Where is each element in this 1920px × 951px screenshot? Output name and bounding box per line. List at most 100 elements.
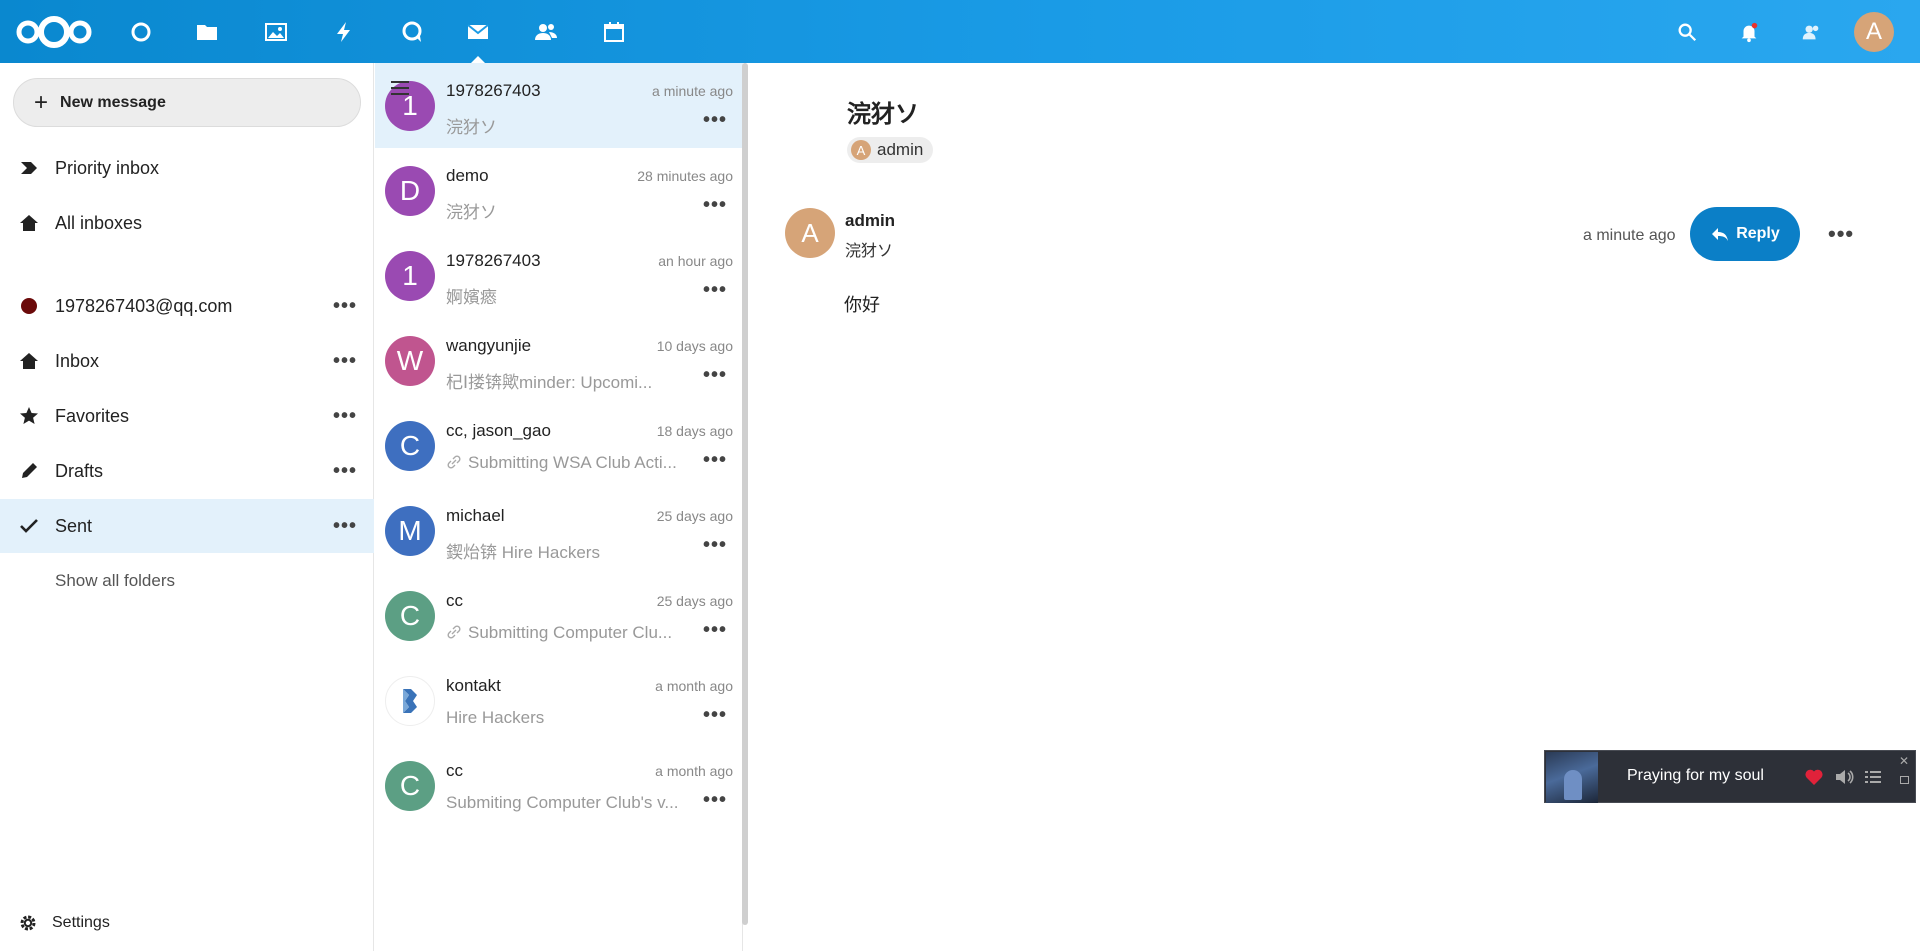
mail-app-icon[interactable] <box>461 15 495 63</box>
show-all-folders-link[interactable]: Show all folders <box>55 571 175 591</box>
settings-button[interactable]: Settings <box>18 913 110 933</box>
message-row[interactable]: kontakt a month ago Hire Hackers ••• <box>375 658 743 743</box>
sender-avatar: D <box>385 166 435 216</box>
message-time: 10 days ago <box>656 338 733 354</box>
message-time: 18 days ago <box>656 423 733 439</box>
contacts-menu-icon[interactable] <box>1794 15 1828 49</box>
message-more-icon[interactable]: ••• <box>703 704 727 727</box>
message-more-icon[interactable]: ••• <box>703 194 727 217</box>
priority-icon <box>18 157 40 179</box>
contacts-app-icon[interactable] <box>529 15 563 49</box>
nav-item-favorites[interactable]: Favorites ••• <box>0 389 374 443</box>
reply-arrow-icon <box>1712 228 1729 241</box>
message-subject: Submitting Computer Clu... <box>446 623 686 643</box>
message-reader: 浣犲ソ A admin A admin 浣犲ソ a minute ago Rep… <box>749 63 1920 951</box>
message-from: wangyunjie <box>446 336 532 355</box>
attachment-link-icon <box>447 455 461 469</box>
playlist-icon[interactable] <box>1863 767 1883 787</box>
message-subject: 杞Ⅰ搂锛歟minder: Upcomi... <box>446 373 653 392</box>
nav-item-drafts[interactable]: Drafts ••• <box>0 444 374 498</box>
message-subject: Hire Hackers <box>446 708 545 727</box>
message-list: 1 1978267403 a minute ago 浣犲ソ ••• D demo… <box>375 63 743 951</box>
message-row[interactable]: D demo 28 minutes ago 浣犲ソ ••• <box>375 148 743 233</box>
heart-icon[interactable] <box>1804 767 1824 787</box>
photos-app-icon[interactable] <box>259 15 293 49</box>
nav-item-priority-inbox[interactable]: Priority inbox <box>0 141 374 195</box>
message-more-icon[interactable]: ••• <box>703 109 727 132</box>
nav-item-label: Drafts <box>55 460 104 481</box>
nav-item-account[interactable]: 1978267403@qq.com ••• <box>0 279 374 333</box>
message-from: demo <box>446 166 489 185</box>
sender-avatar: 1 <box>385 251 435 301</box>
message-row[interactable]: 1 1978267403 a minute ago 浣犲ソ ••• <box>375 63 743 148</box>
mini-music-player: Praying for my soul ✕ <box>1544 750 1916 803</box>
message-from: cc, jason_gao <box>446 421 551 440</box>
files-app-icon[interactable] <box>190 15 224 49</box>
volume-icon[interactable] <box>1834 767 1854 787</box>
sender-avatar: A <box>785 208 835 258</box>
sender-avatar: C <box>385 591 435 641</box>
message-more-icon[interactable]: ••• <box>703 619 727 642</box>
sent-more-icon[interactable]: ••• <box>332 515 358 538</box>
sender-avatar: C <box>385 761 435 811</box>
nav-item-sent[interactable]: Sent ••• <box>0 499 374 553</box>
message-more-icon[interactable]: ••• <box>703 534 727 557</box>
top-header: A <box>0 0 1920 63</box>
kontakt-logo-icon <box>385 676 435 726</box>
message-subject: 婀嬪瘱 <box>446 288 497 307</box>
home-icon <box>18 212 40 234</box>
message-row[interactable]: M michael 25 days ago 鍥炲锛 Hire Hackers •… <box>375 488 743 573</box>
check-icon <box>18 515 40 537</box>
recipient-chip[interactable]: A admin <box>847 137 934 163</box>
close-icon[interactable]: ✕ <box>1899 754 1909 768</box>
sender-avatar: M <box>385 506 435 556</box>
message-time: 28 minutes ago <box>637 168 733 184</box>
nav-item-label: Sent <box>55 515 93 536</box>
message-more-icon[interactable]: ••• <box>703 449 727 472</box>
inbox-more-icon[interactable]: ••• <box>332 350 358 373</box>
nav-item-all-inboxes[interactable]: All inboxes <box>0 196 374 250</box>
message-time: 25 days ago <box>656 508 733 524</box>
message-row[interactable]: 1 1978267403 an hour ago 婀嬪瘱 ••• <box>375 233 743 318</box>
menu-toggle-icon[interactable] <box>391 81 409 95</box>
message-row[interactable]: C cc a month ago Submiting Computer Club… <box>375 743 743 828</box>
sender-avatar: W <box>385 336 435 386</box>
sender-name[interactable]: admin <box>845 211 895 231</box>
drafts-more-icon[interactable]: ••• <box>332 460 358 483</box>
notifications-bell-icon[interactable] <box>1732 15 1766 49</box>
nav-item-label: 1978267403@qq.com <box>55 295 233 316</box>
message-row[interactable]: C cc 25 days ago Submitting Computer Clu… <box>375 573 743 658</box>
message-more-icon[interactable]: ••• <box>703 364 727 387</box>
search-icon[interactable] <box>1670 15 1704 49</box>
message-row[interactable]: C cc, jason_gao 18 days ago Submitting W… <box>375 403 743 488</box>
calendar-app-icon[interactable] <box>597 15 631 49</box>
talk-app-icon[interactable] <box>395 15 429 49</box>
album-art-image[interactable] <box>1546 752 1598 803</box>
message-actions-more-icon[interactable]: ••• <box>1828 221 1854 247</box>
star-icon <box>18 405 40 427</box>
reply-button[interactable]: Reply <box>1690 207 1800 261</box>
message-from: cc <box>446 761 463 780</box>
message-row[interactable]: W wangyunjie 10 days ago 杞Ⅰ搂锛歟minder: Up… <box>375 318 743 403</box>
message-body: 你好 <box>844 295 880 315</box>
recipient-name: admin <box>877 140 924 159</box>
account-more-icon[interactable]: ••• <box>332 295 358 318</box>
message-from: cc <box>446 591 463 610</box>
message-timestamp: a minute ago <box>1583 227 1676 244</box>
message-from: michael <box>446 506 505 525</box>
user-avatar[interactable]: A <box>1854 12 1894 52</box>
message-list-scrollbar[interactable] <box>742 63 748 925</box>
nav-item-inbox[interactable]: Inbox ••• <box>0 334 374 388</box>
dashboard-app-icon[interactable] <box>124 15 158 49</box>
track-title: Praying for my soul <box>1627 767 1764 784</box>
activity-app-icon[interactable] <box>327 15 361 49</box>
favorites-more-icon[interactable]: ••• <box>332 405 358 428</box>
nextcloud-logo[interactable] <box>14 14 94 50</box>
new-message-button[interactable]: + New message <box>13 78 361 127</box>
restore-window-icon[interactable] <box>1900 776 1909 784</box>
sender-avatar: C <box>385 421 435 471</box>
message-more-icon[interactable]: ••• <box>703 789 727 812</box>
message-subject: 鍥炲锛 Hire Hackers <box>446 543 600 562</box>
reply-label: Reply <box>1736 225 1780 242</box>
message-more-icon[interactable]: ••• <box>703 279 727 302</box>
